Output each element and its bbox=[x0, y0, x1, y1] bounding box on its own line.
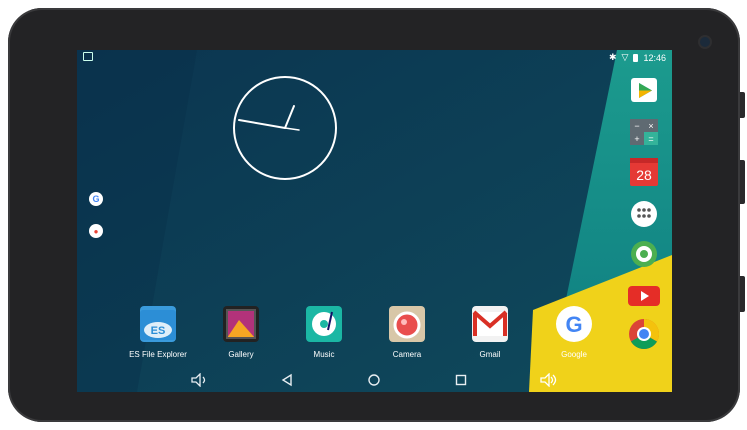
svg-text:+: + bbox=[634, 134, 639, 144]
battery-icon bbox=[633, 53, 639, 62]
google-search-icon[interactable]: G bbox=[89, 192, 103, 206]
dock-item-music[interactable]: Music bbox=[289, 306, 359, 359]
power-button[interactable] bbox=[740, 92, 745, 118]
settings-icon[interactable] bbox=[628, 240, 660, 268]
calendar-date: 28 bbox=[636, 167, 652, 183]
calculator-icon[interactable]: − × + = bbox=[628, 118, 660, 146]
dock-item-es-file-explorer[interactable]: ES ES File Explorer bbox=[123, 306, 193, 359]
volume-rocker[interactable] bbox=[740, 160, 745, 204]
minute-hand bbox=[284, 105, 295, 129]
youtube-icon[interactable] bbox=[628, 282, 660, 310]
second-hand bbox=[284, 127, 300, 131]
play-store-icon[interactable] bbox=[628, 74, 660, 102]
front-camera bbox=[700, 37, 710, 47]
volume-down-icon[interactable] bbox=[190, 372, 208, 388]
side-port bbox=[740, 276, 745, 312]
voice-search-icon[interactable]: ● bbox=[89, 224, 103, 238]
hour-hand bbox=[238, 119, 286, 129]
volume-up-icon[interactable] bbox=[539, 372, 557, 388]
picture-notification-icon bbox=[83, 52, 93, 61]
back-icon[interactable] bbox=[278, 372, 296, 388]
tablet-screen: ✱ ▽ 12:46 G ● ES ES File Explorer Galler… bbox=[77, 50, 672, 392]
wifi-icon: ▽ bbox=[621, 52, 629, 62]
svg-text:−: − bbox=[634, 121, 639, 131]
google-icon: G bbox=[556, 306, 592, 342]
svg-text:G: G bbox=[565, 312, 582, 337]
status-time: 12:46 bbox=[643, 52, 666, 63]
svg-text:ES: ES bbox=[151, 325, 166, 337]
home-icon[interactable] bbox=[365, 372, 383, 388]
dock-label: Camera bbox=[392, 350, 422, 359]
svg-text:=: = bbox=[648, 134, 653, 144]
dock-item-google[interactable]: G Google bbox=[539, 306, 609, 359]
dock-label: Gmail bbox=[479, 350, 501, 359]
app-drawer-icon[interactable] bbox=[628, 200, 660, 228]
dock-label: ES File Explorer bbox=[129, 350, 187, 359]
dock-label: Gallery bbox=[228, 350, 254, 359]
es-file-explorer-icon: ES bbox=[140, 306, 176, 342]
gallery-icon bbox=[223, 306, 259, 342]
dock-label: Google bbox=[561, 350, 587, 359]
music-icon bbox=[306, 306, 342, 342]
calendar-icon[interactable]: 28 bbox=[628, 158, 660, 186]
analog-clock-widget[interactable] bbox=[231, 74, 339, 182]
dock-item-gallery[interactable]: Gallery bbox=[206, 306, 276, 359]
chrome-icon[interactable] bbox=[628, 319, 660, 350]
navigation-bar bbox=[77, 368, 672, 392]
gmail-icon bbox=[472, 306, 508, 342]
bluetooth-icon: ✱ bbox=[609, 52, 617, 62]
dock-item-gmail[interactable]: Gmail bbox=[455, 306, 525, 359]
svg-text:×: × bbox=[648, 121, 653, 131]
dock-item-camera[interactable]: Camera bbox=[372, 306, 442, 359]
recents-icon[interactable] bbox=[452, 372, 470, 388]
status-bar: ✱ ▽ 12:46 bbox=[77, 50, 672, 64]
camera-icon bbox=[389, 306, 425, 342]
dock-label: Music bbox=[313, 350, 335, 359]
